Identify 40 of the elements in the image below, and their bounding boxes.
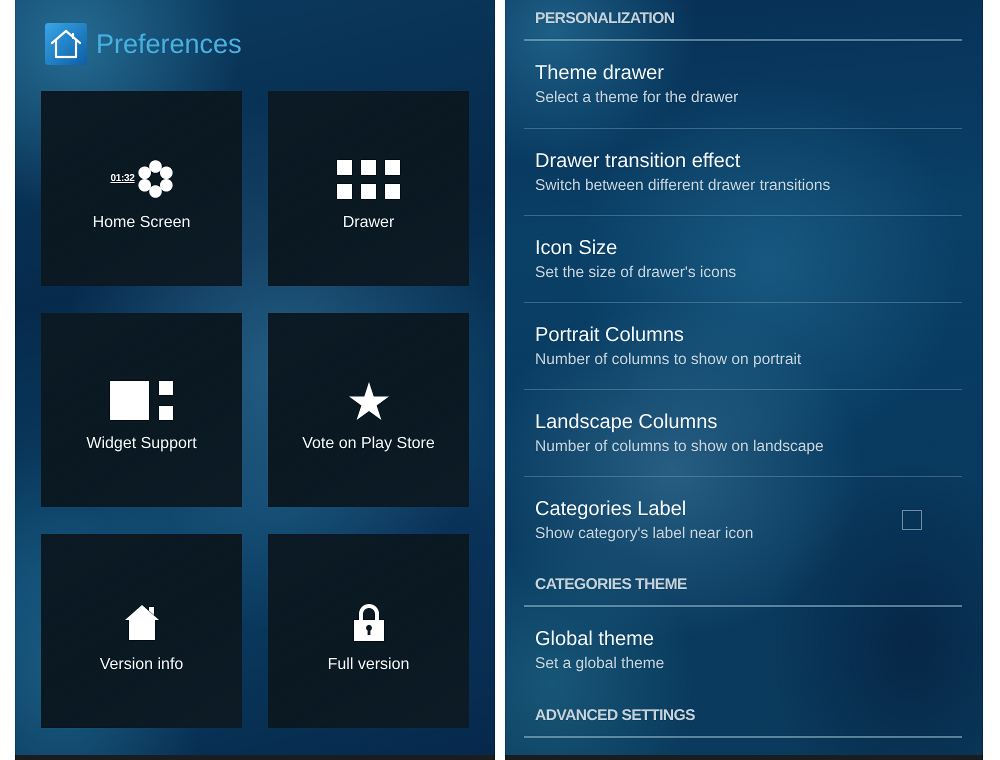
preference-item[interactable]: Theme drawer Select a theme for the drawer (524, 41, 962, 128)
item-title: Categories Label (535, 496, 686, 520)
preference-item[interactable]: Drawer transition effect Switch between different drawer transitions (524, 128, 962, 215)
section-header: PERSONALIZATION (535, 10, 674, 27)
item-subtitle: Switch between different drawer transitions (535, 176, 830, 196)
checkbox[interactable] (902, 510, 922, 530)
grid-icon (337, 160, 400, 198)
menu-tile[interactable]: Widget Support (41, 313, 242, 507)
item-subtitle: Show category's label near icon (535, 524, 754, 544)
item-title: Theme drawer (535, 61, 664, 85)
item-title: Icon Size (535, 236, 618, 260)
preference-item[interactable]: Categories Label Show category's label near icon (524, 476, 962, 563)
house-icon (45, 23, 87, 65)
page-title: Preferences (96, 28, 242, 61)
menu-tile[interactable]: Vote on Play Store (268, 313, 469, 507)
item-subtitle: Number of columns to show on portrait (535, 350, 802, 370)
menu-tile[interactable]: Version info (41, 534, 242, 728)
house-icon (124, 604, 160, 640)
circles-ring-icon (138, 160, 173, 198)
item-subtitle: Select a theme for the drawer (535, 88, 738, 108)
item-subtitle: Set a global theme (535, 654, 664, 674)
clock-text: 01:32 (110, 173, 135, 185)
star-icon (348, 382, 388, 420)
preference-item[interactable]: Icon Size Set the size of drawer's icons (524, 215, 962, 302)
item-subtitle: Number of columns to show on landscape (535, 436, 824, 456)
item-title: Portrait Columns (535, 322, 684, 346)
menu-tile[interactable]: 01:32 Home Screen (41, 91, 242, 286)
menu-tile[interactable]: Drawer (268, 91, 469, 286)
squares-icon (110, 381, 173, 420)
preference-item[interactable]: Portrait Columns Number of columns to show on portrait (524, 302, 962, 389)
item-title: Drawer transition effect (535, 148, 740, 172)
section-header: CATEGORIES THEME (535, 576, 687, 593)
preference-item[interactable]: Global theme Set a global theme (524, 607, 962, 694)
item-subtitle: Set the size of drawer's icons (535, 262, 736, 282)
preference-item[interactable]: Landscape Columns Number of columns to show on landscape (524, 389, 962, 476)
item-title: Global theme (535, 627, 654, 651)
section-header: ADVANCED SETTINGS (535, 707, 696, 724)
item-title: Landscape Columns (535, 410, 718, 434)
menu-tile[interactable]: Full version (268, 534, 469, 728)
padlock-icon (352, 602, 384, 640)
